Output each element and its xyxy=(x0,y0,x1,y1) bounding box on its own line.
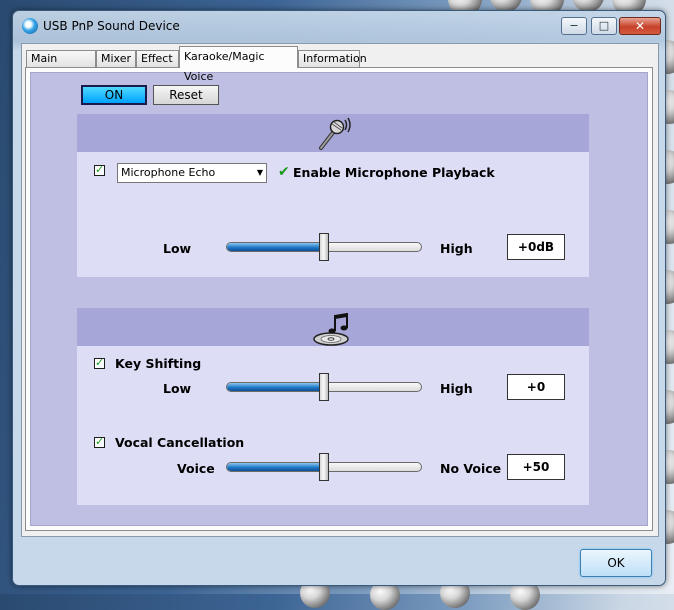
karaoke-content-area: ON Reset ✓ Microphone Echo ▼ ✔ Enable Mi… xyxy=(30,72,648,526)
slider-fill xyxy=(227,383,325,391)
slider-thumb[interactable] xyxy=(319,233,329,261)
microphone-icon xyxy=(319,117,351,150)
slider-fill xyxy=(227,463,325,471)
effect-select-value: Microphone Echo xyxy=(121,166,216,179)
vocal-slider-voice-label: Voice xyxy=(177,461,215,476)
app-icon xyxy=(22,18,38,34)
music-panel: Key Shifting Low High +0 Vocal Cancellat… xyxy=(77,308,589,505)
mic-level-value: +0dB xyxy=(507,234,565,260)
title-bar[interactable]: USB PnP Sound Device − □ ✕ xyxy=(13,11,665,41)
slider-thumb[interactable] xyxy=(319,453,329,481)
minimize-button[interactable]: − xyxy=(561,17,587,35)
enable-microphone-playback-label[interactable]: Enable Microphone Playback xyxy=(293,165,495,180)
music-panel-header xyxy=(77,308,589,346)
playback-check-icon: ✔ xyxy=(278,164,290,180)
vocal-slider-no-voice-label: No Voice xyxy=(440,461,502,476)
sound-device-window: USB PnP Sound Device − □ ✕ Main Setting … xyxy=(12,10,666,586)
window-title: USB PnP Sound Device xyxy=(43,19,180,33)
chevron-down-icon: ▼ xyxy=(256,168,263,177)
tab-information[interactable]: Information xyxy=(298,50,367,67)
music-cd-icon xyxy=(313,313,349,346)
ok-button[interactable]: OK xyxy=(580,549,652,577)
on-button[interactable]: ON xyxy=(81,85,147,105)
close-icon: ✕ xyxy=(634,19,646,33)
vocal-cancellation-value: +50 xyxy=(507,454,565,480)
key-shifting-value: +0 xyxy=(507,374,565,400)
close-button[interactable]: ✕ xyxy=(619,17,661,35)
key-slider-low-label: Low xyxy=(163,381,192,396)
key-shifting-label[interactable]: Key Shifting xyxy=(115,356,201,371)
tab-mixer[interactable]: Mixer xyxy=(96,50,136,67)
tab-main-setting[interactable]: Main Setting xyxy=(26,50,96,81)
dialog-client-area: Main Setting Mixer Effect Karaoke/Magic … xyxy=(21,43,659,537)
key-shifting-checkbox[interactable] xyxy=(94,356,105,369)
tab-karaoke-magic-voice[interactable]: Karaoke/Magic Voice xyxy=(179,46,298,83)
karaoke-tab-panel: ON Reset ✓ Microphone Echo ▼ ✔ Enable Mi… xyxy=(25,67,653,531)
slider-fill xyxy=(227,243,325,251)
tab-effect[interactable]: Effect xyxy=(136,50,179,67)
microphone-level-slider[interactable] xyxy=(226,233,422,261)
vocal-cancellation-checkbox[interactable] xyxy=(94,435,105,448)
key-slider-high-label: High xyxy=(440,381,473,396)
vocal-cancellation-slider[interactable] xyxy=(226,453,422,481)
mic-slider-high-label: High xyxy=(440,241,473,256)
effect-select[interactable]: Microphone Echo ▼ xyxy=(117,163,267,183)
microphone-panel-header xyxy=(77,114,589,152)
vocal-cancellation-label[interactable]: Vocal Cancellation xyxy=(115,435,244,450)
minimize-icon: − xyxy=(569,19,579,32)
microphone-echo-checkbox[interactable] xyxy=(94,163,105,176)
reset-button[interactable]: Reset xyxy=(153,85,219,105)
microphone-panel: Microphone Echo ▼ ✔ Enable Microphone Pl… xyxy=(77,114,589,277)
maximize-button[interactable]: □ xyxy=(591,17,617,35)
slider-thumb[interactable] xyxy=(319,373,329,401)
key-shifting-slider[interactable] xyxy=(226,373,422,401)
maximize-icon: □ xyxy=(598,19,610,32)
mic-slider-low-label: Low xyxy=(163,241,192,256)
